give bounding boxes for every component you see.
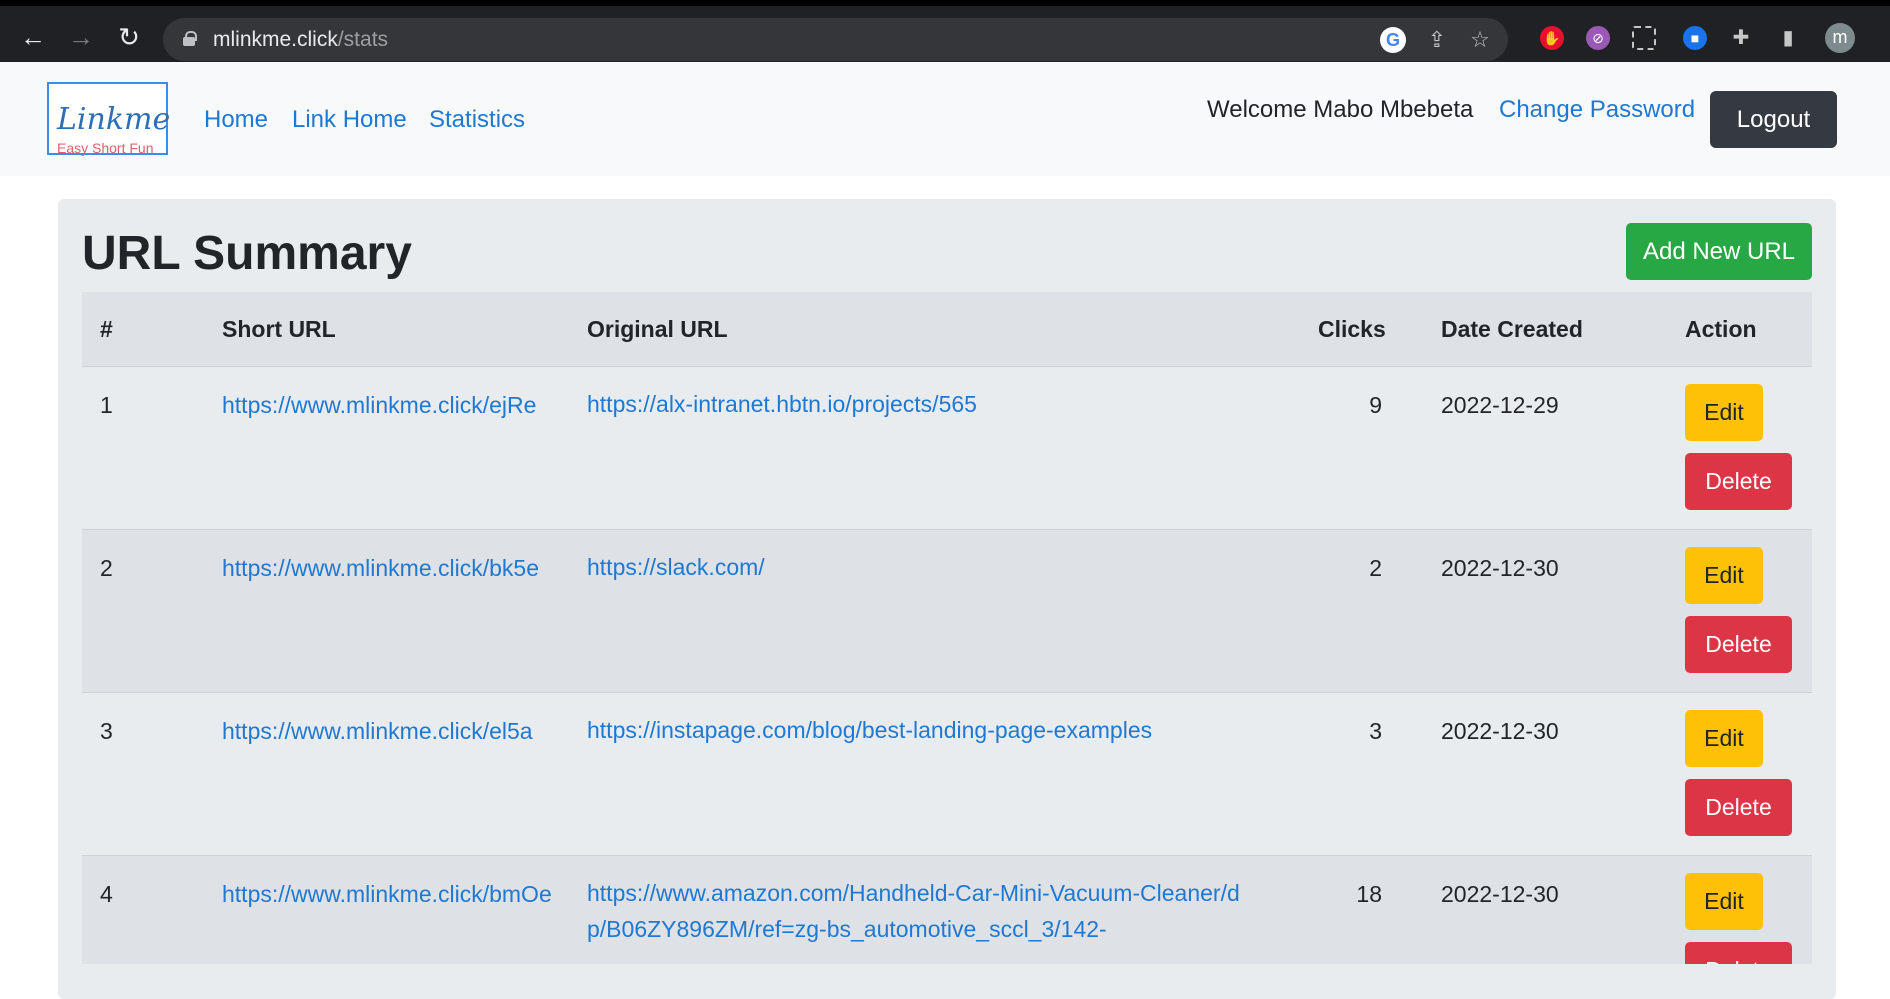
block-extension-icon[interactable]: ⊘ xyxy=(1586,26,1610,50)
welcome-text: Welcome Mabo Mbebeta xyxy=(1207,96,1474,123)
address-bar[interactable]: mlinkme.click/stats G ⇪ ☆ xyxy=(163,18,1508,61)
edit-button[interactable]: Edit xyxy=(1685,384,1763,441)
reload-icon[interactable]: ↻ xyxy=(112,20,146,54)
share-icon[interactable]: ⇪ xyxy=(1424,27,1450,53)
change-password-link[interactable]: Change Password xyxy=(1499,96,1695,124)
edit-button[interactable]: Edit xyxy=(1685,710,1763,767)
edit-button[interactable]: Edit xyxy=(1685,873,1763,930)
clicks-count: 3 xyxy=(1369,718,1382,744)
original-url-link[interactable]: https://instapage.com/blog/best-landing-… xyxy=(587,712,1267,748)
column-number: # xyxy=(100,316,113,342)
date-created: 2022-12-30 xyxy=(1441,555,1559,581)
row-number: 1 xyxy=(100,392,113,418)
nav-link-home[interactable]: Link Home xyxy=(292,106,407,134)
row-divider xyxy=(82,855,1812,856)
column-clicks: Clicks xyxy=(1318,316,1386,342)
url-host: mlinkme.click xyxy=(213,28,338,51)
page-title-light: URL xyxy=(82,227,180,280)
date-created: 2022-12-30 xyxy=(1441,881,1559,907)
clicks-count: 2 xyxy=(1369,555,1382,581)
side-panel-icon[interactable]: ▮ xyxy=(1776,26,1800,50)
original-url-link[interactable]: https://slack.com/ xyxy=(587,549,1267,585)
column-original-url: Original URL xyxy=(587,316,728,342)
short-url-link[interactable]: https://www.mlinkme.click/el5a xyxy=(222,718,572,745)
nav-home[interactable]: Home xyxy=(204,106,268,134)
original-url-link[interactable]: https://alx-intranet.hbtn.io/projects/56… xyxy=(587,386,1267,422)
date-created: 2022-12-30 xyxy=(1441,718,1559,744)
table-row: 2 https://www.mlinkme.click/bk5e https:/… xyxy=(82,529,1812,692)
star-icon[interactable]: ☆ xyxy=(1467,27,1493,53)
delete-button[interactable]: Delete xyxy=(1685,453,1792,510)
nav-statistics[interactable]: Statistics xyxy=(429,106,525,134)
page-title-bold: Summary xyxy=(193,227,412,280)
date-created: 2022-12-29 xyxy=(1441,392,1559,418)
puzzle-icon[interactable]: ✚ xyxy=(1729,26,1753,50)
table-row: 1 https://www.mlinkme.click/ejRe https:/… xyxy=(82,366,1812,529)
logo-tagline: Easy Short Fun xyxy=(57,140,154,156)
capture-extension-icon[interactable] xyxy=(1632,26,1656,50)
stop-extension-icon[interactable]: ✋ xyxy=(1540,26,1564,50)
column-date-created: Date Created xyxy=(1441,316,1583,342)
column-short-url: Short URL xyxy=(222,316,336,342)
browser-toolbar: ← → ↻ mlinkme.click/stats G ⇪ ☆ ✋ ⊘ ■ ✚ … xyxy=(0,0,1890,62)
delete-button[interactable]: Delete xyxy=(1685,616,1792,673)
row-divider xyxy=(82,529,1812,530)
row-number: 4 xyxy=(100,881,113,907)
short-url-link[interactable]: https://www.mlinkme.click/bmOe xyxy=(222,881,572,908)
short-url-link[interactable]: https://www.mlinkme.click/bk5e xyxy=(222,555,572,582)
clicks-count: 18 xyxy=(1356,881,1382,907)
row-divider xyxy=(82,692,1812,693)
row-number: 3 xyxy=(100,718,113,744)
row-number: 2 xyxy=(100,555,113,581)
logout-button[interactable]: Logout xyxy=(1710,91,1837,148)
url-path: /stats xyxy=(337,28,389,51)
back-icon[interactable]: ← xyxy=(16,20,50,54)
table-row: 3 https://www.mlinkme.click/el5a https:/… xyxy=(82,692,1812,855)
add-new-url-button[interactable]: Add New URL xyxy=(1626,223,1812,280)
page-title: URL Summary xyxy=(82,226,412,281)
site-logo[interactable]: Linkme Easy Short Fun xyxy=(47,82,171,156)
delete-button[interactable]: Delete xyxy=(1685,779,1792,836)
lock-icon xyxy=(183,31,197,46)
short-url-link[interactable]: https://www.mlinkme.click/ejRe xyxy=(222,392,572,419)
avatar[interactable]: m xyxy=(1825,23,1855,53)
column-action: Action xyxy=(1685,316,1757,342)
address-url[interactable]: mlinkme.click/stats xyxy=(213,28,388,52)
google-icon[interactable]: G xyxy=(1380,27,1406,53)
table-header: # Short URL Original URL Clicks Date Cre… xyxy=(82,292,1812,366)
record-extension-icon[interactable]: ■ xyxy=(1683,26,1707,50)
logo-brand: Linkme xyxy=(57,102,171,137)
row-divider xyxy=(82,366,1812,367)
forward-icon[interactable]: → xyxy=(64,20,98,54)
site-navbar: Linkme Easy Short Fun Home Link Home Sta… xyxy=(0,62,1890,176)
delete-button[interactable]: Delete xyxy=(1685,942,1792,964)
original-url-link[interactable]: https://www.amazon.com/Handheld-Car-Mini… xyxy=(587,875,1247,947)
clicks-count: 9 xyxy=(1369,392,1382,418)
table-row: 4 https://www.mlinkme.click/bmOe https:/… xyxy=(82,855,1812,964)
edit-button[interactable]: Edit xyxy=(1685,547,1763,604)
